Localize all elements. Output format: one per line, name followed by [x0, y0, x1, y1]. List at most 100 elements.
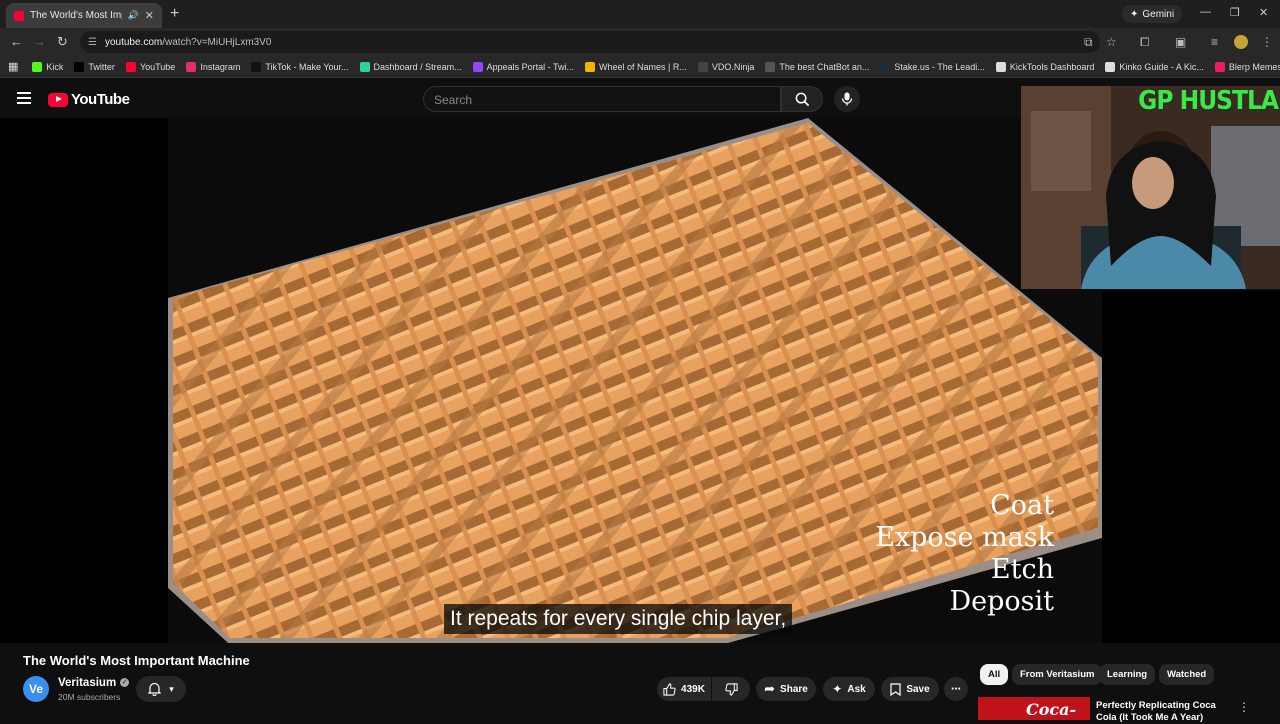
bookmark-star-icon[interactable]: ☆: [1106, 35, 1117, 49]
bookmark-item[interactable]: KickTools Dashboard: [995, 61, 1095, 72]
install-app-icon[interactable]: ⧉: [1084, 35, 1093, 50]
bookmark-item[interactable]: Instagram: [186, 61, 241, 72]
bookmark-item[interactable]: Appeals Portal - Twi...: [472, 61, 574, 72]
channel-avatar[interactable]: Ve: [23, 676, 49, 702]
hamburger-menu-icon[interactable]: [17, 92, 31, 104]
chip-from-veritasium[interactable]: From Veritasium: [1012, 664, 1103, 685]
more-horizontal-icon: ⋯: [951, 683, 961, 695]
cast-icon[interactable]: ▣: [1175, 35, 1186, 49]
bookmark-label: Kick: [46, 61, 64, 72]
bookmark-favicon-icon: [32, 61, 43, 72]
chip-learning[interactable]: Learning: [1099, 664, 1156, 685]
share-button[interactable]: ➦ Share: [756, 677, 816, 701]
chip-watched[interactable]: Watched: [1159, 664, 1215, 685]
thumbnail-logo-text: Coca-Cola: [1026, 700, 1077, 720]
video-caption: It repeats for every single chip layer,: [444, 604, 793, 634]
save-button[interactable]: Save: [881, 677, 939, 701]
dislike-button[interactable]: [712, 677, 750, 701]
recommendation-thumbnail[interactable]: Coca-Cola: [978, 697, 1090, 720]
bookmark-item[interactable]: VDO.Ninja: [697, 61, 754, 72]
apps-grid-icon[interactable]: ▦: [8, 60, 18, 73]
url-path: /watch?v=MiUHjLxm3V0: [162, 36, 272, 48]
bookmark-label: Instagram: [200, 61, 241, 72]
youtube-wordmark: YouTube: [71, 91, 130, 108]
bookmark-favicon-icon: [472, 61, 483, 72]
youtube-play-icon: [48, 92, 68, 107]
ask-button[interactable]: ✦ Ask: [823, 677, 875, 701]
bookmark-item[interactable]: Dashboard / Stream...: [359, 61, 462, 72]
profile-avatar[interactable]: [1234, 35, 1248, 49]
back-arrow-icon[interactable]: ←: [10, 34, 23, 49]
bookmark-item[interactable]: YouTube: [125, 61, 176, 72]
extensions-icon[interactable]: ⧠: [1140, 35, 1150, 50]
bookmark-item[interactable]: Twitter: [74, 61, 115, 72]
chevron-down-icon: ▾: [169, 683, 174, 694]
bookmark-item[interactable]: Kick: [32, 61, 64, 72]
streamer-webcam-overlay: GP HUSTLA: [1021, 86, 1280, 289]
bookmark-item[interactable]: Wheel of Names | R...: [584, 61, 687, 72]
reload-icon[interactable]: ↻: [57, 34, 68, 50]
video-letterbox-left: [0, 118, 168, 643]
search-placeholder: Search: [434, 93, 473, 107]
bookmark-favicon-icon: [186, 61, 197, 72]
bookmark-label: Wheel of Names | R...: [598, 61, 687, 72]
bell-icon: [148, 682, 162, 696]
subscription-bell-button[interactable]: ▾: [136, 676, 186, 702]
bookmark-favicon-icon: [697, 61, 708, 72]
site-info-icon[interactable]: ☰: [88, 37, 97, 48]
thumbs-down-icon: [724, 682, 738, 696]
gemini-label: Gemini: [1142, 8, 1175, 20]
tab-close-icon[interactable]: ✕: [145, 9, 154, 22]
recommendation-title[interactable]: Perfectly Replicating Coca Cola (It Took…: [1096, 700, 1236, 724]
restore-window-icon[interactable]: ❐: [1230, 6, 1240, 19]
browser-menu-icon[interactable]: ⋮: [1261, 35, 1273, 49]
bookmark-item[interactable]: TikTok - Make Your...: [251, 61, 349, 72]
sparkle-icon: ✦: [832, 682, 843, 696]
bookmark-label: YouTube: [139, 61, 176, 72]
share-arrow-icon: ➦: [764, 681, 776, 696]
bookmark-item[interactable]: The best ChatBot an...: [765, 61, 869, 72]
bookmark-label: Appeals Portal - Twi...: [486, 61, 574, 72]
channel-name-text[interactable]: Veritasium: [58, 677, 116, 689]
bookmark-icon: [890, 682, 901, 696]
bookmark-item[interactable]: Blerp Memes | Best...: [1214, 61, 1280, 72]
search-icon: [795, 92, 809, 106]
close-window-icon[interactable]: ✕: [1259, 6, 1268, 19]
youtube-logo[interactable]: YouTube: [48, 91, 130, 108]
youtube-favicon-icon: [14, 10, 24, 21]
bookmark-item[interactable]: Kinko Guide - A Kic...: [1105, 61, 1204, 72]
gemini-sparkle-icon: ✦: [1130, 8, 1139, 20]
bookmark-label: KickTools Dashboard: [1009, 61, 1095, 72]
recommendation-more-icon[interactable]: ⋮: [1238, 700, 1250, 714]
voice-search-button[interactable]: [834, 86, 860, 112]
bookmark-favicon-icon: [584, 61, 595, 72]
step-etch: Etch: [990, 554, 1054, 585]
bookmark-label: Stake.us - The Leadi...: [894, 61, 985, 72]
bookmark-label: Twitter: [88, 61, 115, 72]
bookmark-favicon-icon: [765, 61, 776, 72]
bookmark-item[interactable]: Stake.us - The Leadi...: [880, 61, 985, 72]
step-coat: Coat: [990, 490, 1054, 521]
search-button[interactable]: [781, 86, 823, 112]
save-label: Save: [906, 683, 930, 695]
browser-toolbar: ← → ↻ ☰ youtube.com/watch?v=MiUHjLxm3V0 …: [0, 28, 1280, 56]
browser-tab-strip: The World's Most Importan 🔊 ✕ + ✦ Gemini…: [0, 0, 1280, 28]
gemini-button[interactable]: ✦ Gemini: [1122, 5, 1183, 23]
bookmark-favicon-icon: [359, 61, 370, 72]
audio-playing-icon[interactable]: 🔊: [128, 10, 139, 21]
new-tab-button[interactable]: +: [170, 5, 179, 23]
channel-name[interactable]: Veritasium ✓: [58, 677, 130, 689]
browser-tab-active[interactable]: The World's Most Importan 🔊 ✕: [6, 3, 162, 28]
like-button[interactable]: 439K: [657, 677, 711, 701]
chip-all[interactable]: All: [980, 664, 1009, 685]
address-bar[interactable]: ☰ youtube.com/watch?v=MiUHjLxm3V0: [80, 31, 1100, 53]
ask-label: Ask: [847, 683, 866, 695]
webcam-name-tag: GP HUSTLA: [1138, 86, 1279, 116]
verified-check-icon: ✓: [120, 678, 130, 688]
forward-arrow-icon[interactable]: →: [33, 34, 46, 49]
minimize-window-icon[interactable]: —: [1200, 6, 1211, 18]
more-actions-button[interactable]: ⋯: [944, 677, 968, 701]
search-input[interactable]: Search: [423, 86, 781, 112]
bookmark-label: Blerp Memes | Best...: [1228, 61, 1280, 72]
reading-list-icon[interactable]: ≡: [1211, 35, 1218, 49]
